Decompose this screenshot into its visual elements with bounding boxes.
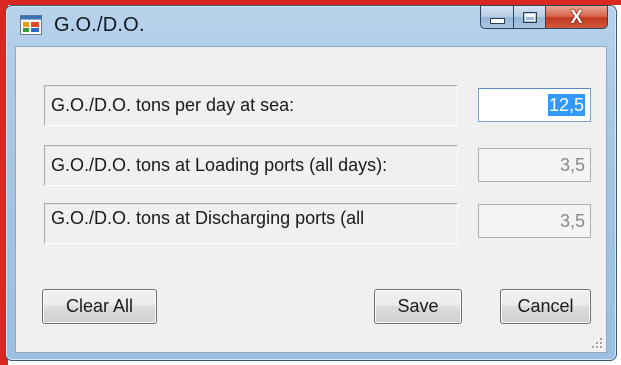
label-tons-at-loading-ports: G.O./D.O. tons at Loading ports (all day… bbox=[44, 145, 458, 186]
dialog-client-area: G.O./D.O. tons per day at sea: 12,5 G.O.… bbox=[15, 46, 607, 353]
window-title: G.O./D.O. bbox=[54, 14, 145, 36]
label-tons-at-discharging-ports: G.O./D.O. tons at Discharging ports (all bbox=[44, 203, 458, 244]
cancel-button[interactable]: Cancel bbox=[500, 289, 591, 324]
resize-grip-icon[interactable] bbox=[591, 337, 603, 349]
close-button[interactable]: X bbox=[546, 5, 608, 29]
clear-all-button[interactable]: Clear All bbox=[42, 289, 157, 324]
input-tons-at-discharging-ports[interactable]: 3,5 bbox=[478, 204, 591, 238]
minimize-icon bbox=[489, 18, 505, 24]
input-tons-at-loading-ports[interactable]: 3,5 bbox=[478, 148, 591, 182]
close-icon: X bbox=[570, 7, 583, 27]
caption-buttons: X bbox=[480, 5, 608, 29]
maximize-icon bbox=[522, 11, 537, 23]
dialog-window: G.O./D.O. X G.O./D.O. tons per day at se… bbox=[5, 5, 617, 361]
application-icon bbox=[20, 15, 42, 35]
label-tons-per-day-at-sea: G.O./D.O. tons per day at sea: bbox=[44, 85, 458, 126]
minimize-button[interactable] bbox=[480, 5, 514, 29]
title-bar[interactable]: G.O./D.O. X bbox=[6, 5, 616, 46]
input-tons-per-day-at-sea[interactable]: 12,5 bbox=[478, 88, 591, 122]
input-tons-per-day-at-sea-value: 12,5 bbox=[547, 94, 585, 116]
maximize-button[interactable] bbox=[514, 5, 546, 29]
save-button[interactable]: Save bbox=[374, 289, 462, 324]
